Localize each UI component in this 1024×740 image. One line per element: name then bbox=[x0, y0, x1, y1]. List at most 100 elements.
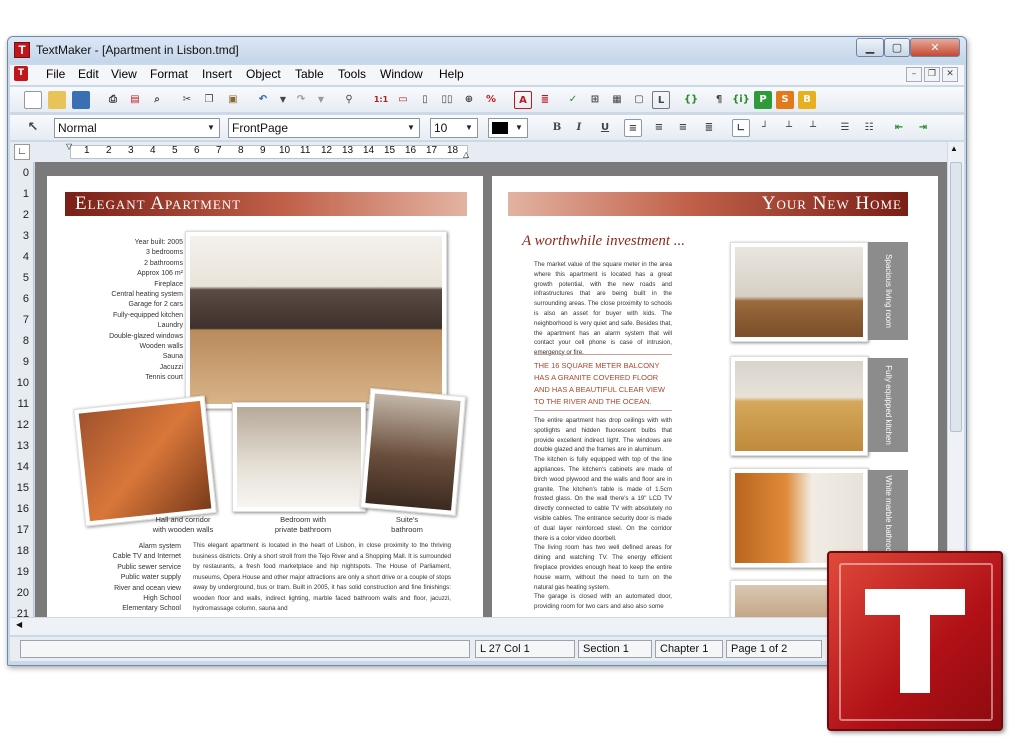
numbered-list-icon[interactable]: ☷ bbox=[860, 119, 878, 137]
save-icon[interactable] bbox=[72, 91, 90, 109]
menu-edit[interactable]: Edit bbox=[78, 67, 99, 81]
living-room-thumb[interactable] bbox=[730, 242, 868, 342]
bathroom-photo[interactable] bbox=[359, 388, 467, 516]
chevron-down-icon[interactable]: ▼ bbox=[403, 119, 419, 137]
textmaker-app-icon[interactable]: T bbox=[14, 42, 30, 58]
living-room-photo[interactable] bbox=[185, 231, 447, 409]
spell-check-icon[interactable]: ✓ bbox=[564, 91, 582, 109]
menu-object[interactable]: Object bbox=[246, 67, 281, 81]
font-select[interactable]: FrontPage ▼ bbox=[228, 118, 420, 138]
undo-dropdown-icon[interactable]: ▼ bbox=[274, 91, 292, 109]
new-document-icon[interactable] bbox=[24, 91, 42, 109]
decrease-indent-icon[interactable]: ⇤ bbox=[890, 119, 908, 137]
insert-table-icon[interactable]: ▦ bbox=[608, 91, 626, 109]
print-icon[interactable]: ⎙ bbox=[104, 91, 122, 109]
vertical-ruler[interactable]: 0 1 2 3 4 5 6 7 8 9 10 11 12 13 14 15 16… bbox=[10, 162, 34, 620]
zoom-icon[interactable]: ⊕ bbox=[460, 91, 478, 109]
paragraph-style-select[interactable]: Normal ▼ bbox=[54, 118, 220, 138]
presentations-icon[interactable]: S bbox=[776, 91, 794, 109]
doc-close-button[interactable]: ✕ bbox=[942, 67, 958, 82]
font-color-icon[interactable]: A bbox=[514, 91, 532, 109]
underline-icon[interactable]: U bbox=[596, 119, 614, 137]
menu-view[interactable]: View bbox=[111, 67, 137, 81]
menu-tools[interactable]: Tools bbox=[338, 67, 366, 81]
font-size-select[interactable]: 10 ▼ bbox=[430, 118, 478, 138]
bedroom-photo[interactable] bbox=[232, 402, 366, 512]
menu-help[interactable]: Help bbox=[439, 67, 464, 81]
left-tab-icon[interactable]: ∟ bbox=[732, 119, 750, 137]
horizontal-ruler[interactable]: ∟ ▽ △ 1 2 3 4 5 6 7 8 9 10 11 12 13 14 1… bbox=[10, 142, 964, 162]
print-preview-icon[interactable]: ⌕ bbox=[148, 91, 166, 109]
text-color-select[interactable]: ▼ bbox=[488, 118, 528, 138]
chevron-down-icon[interactable]: ▼ bbox=[461, 119, 477, 137]
scroll-up-icon[interactable]: ▲ bbox=[950, 144, 958, 153]
caption-suite-bathroom: Suite's bathroom bbox=[391, 515, 423, 534]
thesaurus-icon[interactable]: ⊞ bbox=[586, 91, 604, 109]
character-format-icon[interactable]: ≣ bbox=[536, 91, 554, 109]
justify-icon[interactable]: ≣ bbox=[700, 119, 718, 137]
formatting-marks-icon[interactable]: ¶ bbox=[710, 91, 728, 109]
vruler-number: 9 bbox=[22, 356, 29, 368]
minimize-button[interactable]: ▁ bbox=[856, 38, 884, 57]
document-canvas[interactable]: Elegant Apartment Year built: 2005 3 bed… bbox=[35, 162, 947, 617]
basicmaker-icon[interactable]: B bbox=[798, 91, 816, 109]
menu-table[interactable]: Table bbox=[295, 67, 324, 81]
insert-frame-icon[interactable]: ▢ bbox=[630, 91, 648, 109]
horizontal-scrollbar[interactable]: ◀ bbox=[10, 617, 964, 635]
tab-type-selector[interactable]: ∟ bbox=[14, 144, 30, 160]
tab-label: Fully equipped kitchen bbox=[884, 365, 893, 445]
chevron-down-icon[interactable]: ▼ bbox=[203, 119, 219, 137]
right-tab-icon[interactable]: ┘ bbox=[756, 119, 774, 137]
menu-window[interactable]: Window bbox=[380, 67, 423, 81]
export-pdf-icon[interactable]: ▤ bbox=[126, 91, 144, 109]
cut-icon[interactable]: ✂ bbox=[178, 91, 196, 109]
vertical-scrollbar[interactable]: ▲ bbox=[947, 142, 964, 617]
menu-format[interactable]: Format bbox=[150, 67, 188, 81]
bold-icon[interactable]: B bbox=[548, 119, 566, 137]
zoom-percent-icon[interactable]: % bbox=[482, 91, 500, 109]
menu-insert[interactable]: Insert bbox=[202, 67, 232, 81]
align-center-icon[interactable]: ≡ bbox=[650, 119, 668, 137]
ruler-number: 11 bbox=[300, 145, 311, 156]
italic-icon[interactable]: I bbox=[570, 119, 588, 137]
scrollbar-thumb[interactable] bbox=[950, 162, 962, 432]
pointer-icon[interactable]: ↖ bbox=[24, 119, 42, 137]
doc-minimize-button[interactable]: – bbox=[906, 67, 922, 82]
open-folder-icon[interactable] bbox=[48, 91, 66, 109]
menu-file[interactable]: File bbox=[46, 67, 65, 81]
hall-photo[interactable] bbox=[73, 395, 217, 527]
align-right-icon[interactable]: ≡ bbox=[674, 119, 692, 137]
left-page[interactable]: Elegant Apartment Year built: 2005 3 bed… bbox=[47, 176, 483, 617]
two-pages-icon[interactable]: ▯▯ bbox=[438, 91, 456, 109]
indent-marker-icon[interactable]: ▽ bbox=[66, 142, 72, 151]
redo-dropdown-icon[interactable]: ▼ bbox=[312, 91, 330, 109]
undo-icon[interactable]: ↶ bbox=[254, 91, 272, 109]
kitchen-thumb[interactable] bbox=[730, 356, 868, 456]
chevron-down-icon[interactable]: ▼ bbox=[511, 119, 527, 137]
decimal-tab-icon[interactable]: ┴ bbox=[804, 119, 822, 137]
field-shading-icon[interactable]: {i} bbox=[732, 91, 750, 109]
planmaker-icon[interactable]: P bbox=[754, 91, 772, 109]
right-para-2: The entire apartment has drop ceilings w… bbox=[534, 417, 672, 611]
redo-icon[interactable]: ↷ bbox=[292, 91, 310, 109]
field-icon[interactable]: {} bbox=[682, 91, 700, 109]
align-left-icon[interactable]: ≡ bbox=[624, 119, 642, 137]
title-bar[interactable]: T TextMaker - [Apartment in Lisbon.tmd] … bbox=[8, 37, 966, 63]
paste-icon[interactable]: ▣ bbox=[224, 91, 242, 109]
text-frame-icon[interactable]: L bbox=[652, 91, 670, 109]
document-icon[interactable]: T bbox=[14, 66, 28, 81]
scroll-left-icon[interactable]: ◀ bbox=[16, 620, 22, 629]
page-width-icon[interactable]: ▭ bbox=[394, 91, 412, 109]
center-tab-icon[interactable]: ┴ bbox=[780, 119, 798, 137]
doc-restore-button[interactable]: ❐ bbox=[924, 67, 940, 82]
find-icon[interactable]: ⚲ bbox=[340, 91, 358, 109]
increase-indent-icon[interactable]: ⇥ bbox=[914, 119, 932, 137]
zoom-100-icon[interactable]: 1:1 bbox=[372, 91, 390, 109]
full-page-icon[interactable]: ▯ bbox=[416, 91, 434, 109]
right-indent-marker-icon[interactable]: △ bbox=[463, 150, 469, 159]
maximize-button[interactable]: ▢ bbox=[884, 38, 910, 57]
bulleted-list-icon[interactable]: ☰ bbox=[836, 119, 854, 137]
close-button[interactable]: ✕ bbox=[910, 38, 960, 57]
status-section: Section 1 bbox=[578, 640, 652, 658]
copy-icon[interactable]: ❐ bbox=[200, 91, 218, 109]
